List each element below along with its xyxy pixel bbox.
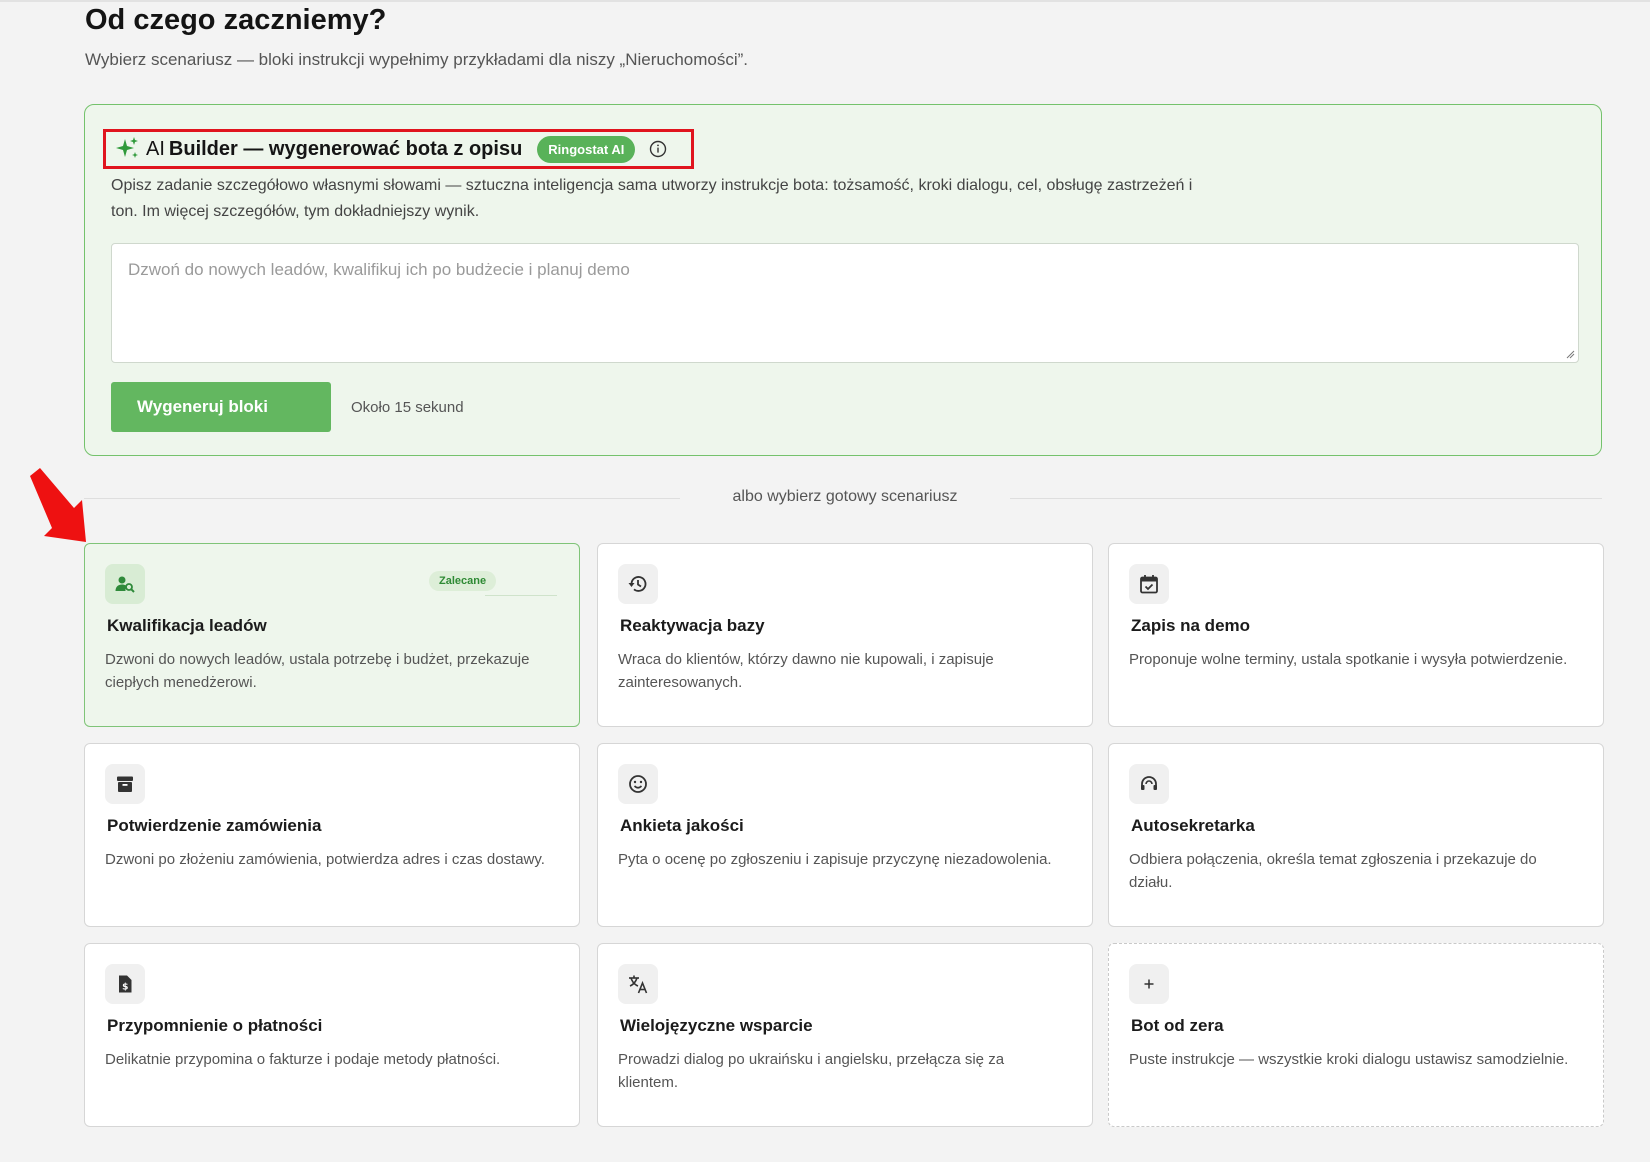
translate-icon bbox=[618, 964, 658, 1004]
user-search-icon bbox=[105, 564, 145, 604]
ai-builder-title-text: Builder — wygenerować bota z opisu bbox=[168, 137, 523, 160]
top-border bbox=[0, 0, 1650, 2]
ai-builder-description: Opisz zadanie szczegółowo własnymi słowa… bbox=[111, 177, 1193, 220]
history-icon bbox=[618, 564, 658, 604]
ai-builder-title-prefix: AI bbox=[146, 137, 165, 160]
scenario-card-lead-qualification[interactable]: Zalecane Kwalifikacja leadów Dzwoni do n… bbox=[84, 543, 580, 727]
ai-builder-title: AI Builder — wygenerować bota z opisu bbox=[146, 138, 522, 161]
sparkle-icon bbox=[114, 136, 140, 162]
resize-grip-icon[interactable] bbox=[1565, 349, 1575, 359]
scenario-title: Przypomnienie o płatności bbox=[107, 1016, 323, 1035]
scenario-card-bot-from-scratch[interactable]: Bot od zera Puste instrukcje — wszystkie… bbox=[1108, 943, 1604, 1127]
headset-icon bbox=[1129, 764, 1169, 804]
scenario-title: Kwalifikacja leadów bbox=[107, 616, 267, 635]
calendar-check-icon bbox=[1129, 564, 1169, 604]
divider-line-left bbox=[84, 498, 680, 499]
scenario-card-quality-survey[interactable]: Ankieta jakości Pyta o ocenę po zgłoszen… bbox=[597, 743, 1093, 927]
scenario-description: Proponuje wolne terminy, ustala spotkani… bbox=[1129, 651, 1568, 668]
generate-blocks-button[interactable]: Wygeneruj bloki bbox=[111, 382, 331, 432]
scenario-title: Autosekretarka bbox=[1131, 816, 1255, 835]
scenario-card-demo-booking[interactable]: Zapis na demo Proponuje wolne terminy, u… bbox=[1108, 543, 1604, 727]
scenario-description: Wraca do klientów, którzy dawno nie kupo… bbox=[618, 651, 994, 691]
ai-builder-header: AI Builder — wygenerować bota z opisu Rin… bbox=[103, 129, 694, 169]
generation-time-hint: Około 15 sekund bbox=[351, 399, 464, 416]
recommended-underline bbox=[485, 595, 557, 596]
divider-label: albo wybierz gotowy scenariusz bbox=[732, 488, 958, 505]
scenario-title: Zapis na demo bbox=[1131, 616, 1251, 635]
scenario-description: Puste instrukcje — wszystkie kroki dialo… bbox=[1129, 1051, 1569, 1068]
recommended-badge: Zalecane bbox=[429, 571, 497, 591]
scenario-title: Potwierdzenie zamówienia bbox=[107, 816, 322, 835]
scenario-card-order-confirmation[interactable]: Potwierdzenie zamówienia Dzwoni po złoże… bbox=[84, 743, 580, 927]
scenario-description: Dzwoni po złożeniu zamówienia, potwierdz… bbox=[105, 851, 545, 868]
scenario-card-base-reactivation[interactable]: Reaktywacja bazy Wraca do klientów, któr… bbox=[597, 543, 1093, 727]
red-arrow-annotation bbox=[30, 468, 86, 542]
scenario-title: Ankieta jakości bbox=[620, 816, 744, 835]
plus-icon bbox=[1129, 964, 1169, 1004]
task-description-textarea[interactable]: Dzwoń do nowych leadów, kwalifikuj ich p… bbox=[111, 243, 1579, 363]
scenario-description: Odbiera połączenia, określa temat zgłosz… bbox=[1129, 851, 1537, 891]
scenario-title: Reaktywacja bazy bbox=[620, 616, 765, 635]
textarea-placeholder: Dzwoń do nowych leadów, kwalifikuj ich p… bbox=[128, 260, 630, 279]
scenario-title: Wielojęzyczne wsparcie bbox=[620, 1016, 813, 1035]
scenario-card-payment-reminder[interactable]: $ Przypomnienie o płatności Delikatnie p… bbox=[84, 943, 580, 1127]
ai-builder-panel: AI Builder — wygenerować bota z opisu Rin… bbox=[84, 104, 1602, 456]
archive-box-icon bbox=[105, 764, 145, 804]
scenario-title: Bot od zera bbox=[1131, 1016, 1224, 1035]
scenario-card-multilingual-support[interactable]: Wielojęzyczne wsparcie Prowadzi dialog p… bbox=[597, 943, 1093, 1127]
scenario-description: Delikatnie przypomina o fakturze i podaj… bbox=[105, 1051, 501, 1068]
scenario-card-autosecretary[interactable]: Autosekretarka Odbiera połączenia, okreś… bbox=[1108, 743, 1604, 927]
scenario-description: Dzwoni do nowych leadów, ustala potrzebę… bbox=[105, 651, 530, 691]
scenario-description: Prowadzi dialog po ukraińsku i angielsku… bbox=[618, 1051, 1005, 1091]
ringostat-ai-badge: Ringostat AI bbox=[537, 135, 636, 163]
invoice-dollar-icon: $ bbox=[105, 964, 145, 1004]
svg-text:$: $ bbox=[122, 983, 128, 993]
page-subtitle: Wybierz scenariusz — bloki instrukcji wy… bbox=[85, 50, 749, 69]
divider-line-right bbox=[1010, 498, 1602, 499]
page-title: Od czego zaczniemy? bbox=[85, 4, 387, 36]
smiley-icon bbox=[618, 764, 658, 804]
scenario-description: Pyta o ocenę po zgłoszeniu i zapisuje pr… bbox=[618, 851, 1052, 868]
info-icon[interactable] bbox=[649, 140, 667, 158]
